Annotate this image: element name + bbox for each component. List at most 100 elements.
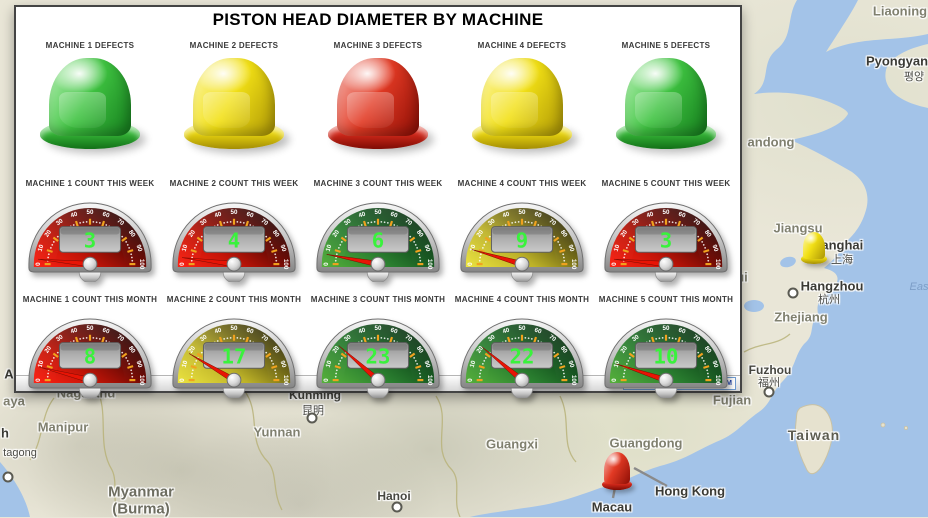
svg-text:50: 50	[231, 209, 238, 216]
gauge-label: MACHINE 2 COUNT THIS WEEK	[170, 179, 299, 188]
svg-text:100: 100	[138, 259, 145, 270]
svg-text:0: 0	[323, 378, 330, 382]
svg-text:17: 17	[222, 344, 247, 368]
map-label-tagong: tagong	[3, 447, 37, 459]
led-dome	[481, 58, 563, 136]
map-label-taiwan: Taiwan	[788, 427, 840, 443]
svg-text:3: 3	[84, 228, 96, 252]
gauge-machine-3-week: 01020304050607080901006	[311, 193, 445, 287]
svg-text:50: 50	[87, 325, 94, 332]
svg-text:100: 100	[282, 375, 289, 386]
gauge-machine-4-month: 010203040506070809010022	[455, 309, 589, 403]
month-cell-machine-2: MACHINE 2 COUNT THIS MONTH01020304050607…	[162, 295, 306, 403]
defect-light-label: MACHINE 3 DEFECTS	[334, 41, 423, 50]
svg-text:0: 0	[179, 262, 186, 266]
svg-text:100: 100	[570, 375, 577, 386]
gauge-label: MACHINE 4 COUNT THIS WEEK	[458, 179, 587, 188]
led-dome	[625, 58, 707, 136]
gauge-machine-3-month: 010203040506070809010023	[311, 309, 445, 403]
map-label-hong-kong: Hong Kong	[655, 484, 725, 499]
defect-cell-machine-2: MACHINE 2 DEFECTS	[162, 41, 306, 149]
gauge-label: MACHINE 3 COUNT THIS WEEK	[314, 179, 443, 188]
gauge-label: MACHINE 1 COUNT THIS MONTH	[23, 295, 157, 304]
map-led-dome	[803, 232, 825, 259]
svg-text:0: 0	[179, 378, 186, 382]
svg-text:50: 50	[663, 325, 670, 332]
sea-shape-west	[0, 462, 30, 517]
city-dot	[307, 413, 318, 424]
svg-text:100: 100	[714, 259, 721, 270]
svg-text:0: 0	[611, 262, 618, 266]
city-dot	[3, 472, 14, 483]
map-label-a: A	[4, 367, 13, 382]
gauge-label: MACHINE 3 COUNT THIS MONTH	[311, 295, 445, 304]
map-label-eas: Eas	[910, 281, 928, 293]
map-label-yunnan: Yunnan	[254, 425, 301, 440]
gauge-label: MACHINE 2 COUNT THIS MONTH	[167, 295, 301, 304]
week-cell-machine-4: MACHINE 4 COUNT THIS WEEK010203040506070…	[450, 179, 594, 287]
svg-text:6: 6	[372, 228, 384, 252]
defect-light-label: MACHINE 5 DEFECTS	[622, 41, 711, 50]
defect-light-label: MACHINE 2 DEFECTS	[190, 41, 279, 50]
defect-light-label: MACHINE 1 DEFECTS	[46, 41, 135, 50]
svg-text:50: 50	[519, 209, 526, 216]
gauge-machine-5-month: 010203040506070809010010	[599, 309, 733, 403]
map-label-andong: andong	[748, 135, 795, 150]
city-dot	[764, 387, 775, 398]
map-led-dome	[604, 452, 630, 484]
gauge-machine-2-week: 01020304050607080901004	[167, 193, 301, 287]
svg-text:100: 100	[138, 375, 145, 386]
led-dome	[49, 58, 131, 136]
map-label-pyongyang: Pyongyang	[866, 54, 928, 69]
islet	[904, 426, 907, 429]
map-label--: 평양	[904, 68, 924, 84]
svg-text:100: 100	[426, 259, 433, 270]
svg-text:50: 50	[663, 209, 670, 216]
gauge-machine-1-week: 01020304050607080901003	[23, 193, 157, 287]
map-label-guangxi: Guangxi	[486, 437, 538, 452]
svg-text:23: 23	[366, 344, 391, 368]
svg-text:100: 100	[714, 375, 721, 386]
week-cell-machine-2: MACHINE 2 COUNT THIS WEEK010203040506070…	[162, 179, 306, 287]
defect-cell-machine-4: MACHINE 4 DEFECTS	[450, 41, 594, 149]
defect-light-machine-1	[40, 55, 140, 149]
map-label-macau: Macau	[592, 500, 632, 515]
map-label-manipur: Manipur	[38, 420, 89, 435]
svg-text:50: 50	[375, 325, 382, 332]
month-cell-machine-5: MACHINE 5 COUNT THIS MONTH01020304050607…	[594, 295, 738, 403]
svg-text:3: 3	[660, 228, 672, 252]
gauge-machine-1-month: 01020304050607080901008	[23, 309, 157, 403]
map-label--burma-: (Burma)	[112, 501, 170, 518]
city-dot	[788, 288, 799, 299]
svg-text:0: 0	[323, 262, 330, 266]
week-gauges-row: MACHINE 1 COUNT THIS WEEK010203040506070…	[18, 179, 738, 287]
svg-text:0: 0	[35, 262, 42, 266]
lake	[779, 255, 797, 269]
lake	[744, 300, 764, 312]
month-gauges-row: MACHINE 1 COUNT THIS MONTH 01020304050607…	[18, 295, 738, 403]
svg-text:50: 50	[519, 325, 526, 332]
city-dot	[392, 502, 403, 513]
defect-lights-row: MACHINE 1 DEFECTS MACHINE 2 DEFECTS MACHIN…	[18, 41, 738, 149]
svg-text:10: 10	[654, 344, 679, 368]
svg-text:4: 4	[228, 228, 240, 252]
shanghai-led-marker[interactable]	[801, 232, 827, 264]
gauge-machine-4-week: 01020304050607080901009	[455, 193, 589, 287]
gauge-label: MACHINE 4 COUNT THIS MONTH	[455, 295, 589, 304]
map-label-h: h	[1, 426, 9, 441]
defect-light-machine-2	[184, 55, 284, 149]
svg-text:9: 9	[516, 228, 528, 252]
map-label--: 上海	[831, 251, 853, 267]
month-cell-machine-1: MACHINE 1 COUNT THIS MONTH01020304050607…	[18, 295, 162, 403]
gauge-machine-2-month: 010203040506070809010017	[167, 309, 301, 403]
week-cell-machine-3: MACHINE 3 COUNT THIS WEEK010203040506070…	[306, 179, 450, 287]
map-label--: 杭州	[818, 291, 840, 307]
islet	[881, 423, 885, 427]
defect-cell-machine-1: MACHINE 1 DEFECTS	[18, 41, 162, 149]
svg-text:8: 8	[84, 344, 96, 368]
hongkong-macau-led-marker[interactable]	[602, 452, 632, 490]
month-cell-machine-4: MACHINE 4 COUNT THIS MONTH 01020304050607…	[450, 295, 594, 403]
defect-cell-machine-5: MACHINE 5 DEFECTS	[594, 41, 738, 149]
svg-text:0: 0	[467, 262, 474, 266]
defect-light-machine-5	[616, 55, 716, 149]
